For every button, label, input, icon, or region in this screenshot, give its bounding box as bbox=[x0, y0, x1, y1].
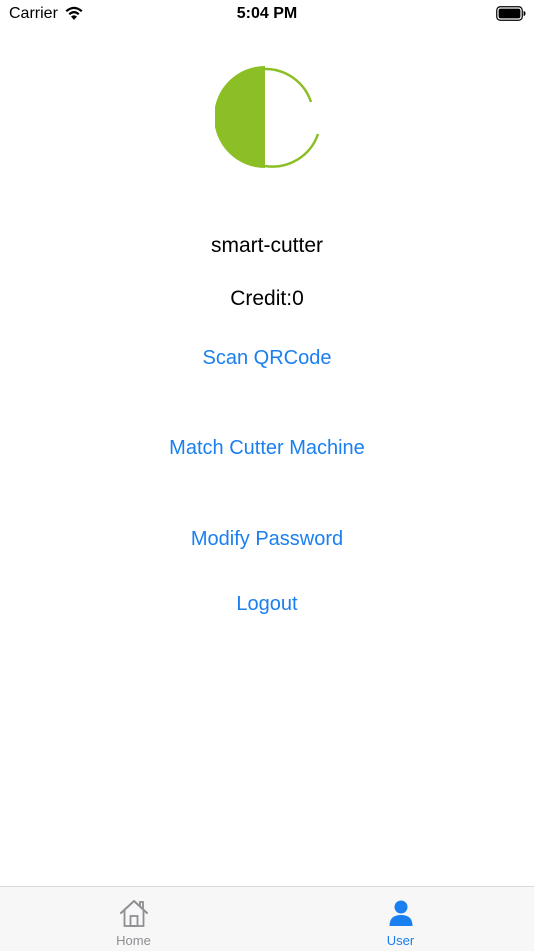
username-label: smart-cutter bbox=[210, 234, 323, 257]
scan-qrcode-button[interactable]: Scan QRCode bbox=[0, 347, 534, 370]
tab-bar: Home User bbox=[0, 886, 534, 951]
status-bar: Carrier 5:04 PM bbox=[0, 0, 534, 28]
match-cutter-machine-button[interactable]: Match Cutter Machine bbox=[0, 437, 534, 460]
credit-label-text: Credit: bbox=[230, 287, 293, 310]
tab-home-label: Home bbox=[116, 933, 151, 948]
tab-user-label: User bbox=[386, 933, 415, 948]
battery-icon bbox=[496, 6, 526, 21]
logo-icon bbox=[215, 66, 320, 168]
home-icon bbox=[119, 900, 148, 927]
tab-home[interactable]: Home bbox=[0, 887, 267, 951]
logout-button[interactable]: Logout bbox=[0, 593, 534, 616]
credit-label: Credit:0 bbox=[0, 287, 534, 311]
credit-value: 0 bbox=[292, 287, 304, 310]
modify-password-button[interactable]: Modify Password bbox=[0, 528, 534, 551]
user-icon bbox=[389, 900, 412, 926]
status-time: 5:04 PM bbox=[236, 5, 298, 22]
tab-user[interactable]: User bbox=[267, 887, 534, 951]
